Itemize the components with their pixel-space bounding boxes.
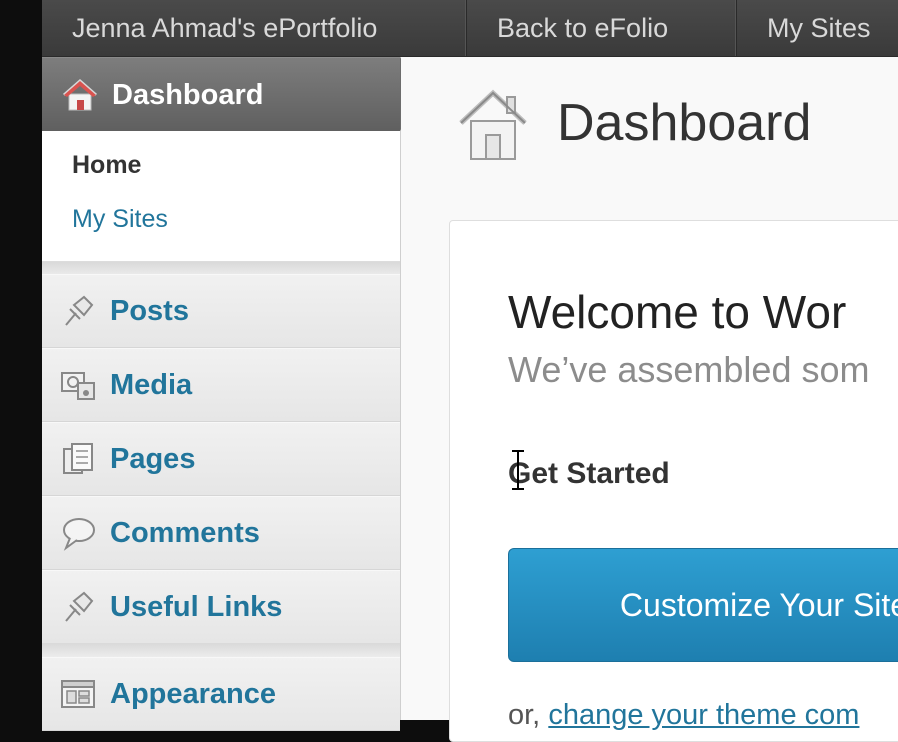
sidebar-item-label: Posts	[110, 294, 189, 327]
welcome-heading: Welcome to Wor	[508, 286, 847, 338]
change-theme-link[interactable]: change your theme com	[548, 699, 859, 731]
sidebar-item-label: Dashboard	[112, 78, 264, 111]
submenu-item-my-sites[interactable]: My Sites	[72, 205, 168, 234]
comment-bubble-icon	[63, 518, 95, 551]
admin-bar: Jenna Ahmad's ePortfolio Back to eFolio …	[42, 0, 898, 57]
adminbar-back-to-efolio[interactable]: Back to eFolio	[467, 0, 737, 56]
house-icon	[63, 79, 97, 111]
main-content: Dashboard Welcome to Wor We’ve assembled…	[401, 57, 898, 742]
appearance-icon	[61, 680, 95, 708]
sidebar-item-label: Appearance	[110, 677, 277, 710]
pushpin-icon	[65, 591, 94, 622]
text-cursor-icon	[512, 450, 524, 490]
menu-separator	[42, 643, 400, 657]
customize-your-site-button[interactable]: Customize Your Site	[508, 548, 898, 662]
sidebar-item-dashboard[interactable]: Dashboard	[42, 57, 400, 132]
pushpin-icon	[65, 295, 94, 326]
change-theme-line: or, change your theme com	[508, 699, 859, 732]
welcome-subheading: We’ve assembled som	[508, 349, 870, 390]
sidebar-item-label: Comments	[110, 516, 260, 549]
adminbar-site-name[interactable]: Jenna Ahmad's ePortfolio	[42, 0, 467, 56]
pages-icon	[63, 443, 93, 474]
sidebar-item-comments[interactable]: Comments	[42, 496, 400, 570]
get-started-heading: Get Started	[508, 457, 670, 490]
dashboard-submenu: Home My Sites	[42, 131, 400, 262]
cta-label: Customize Your Site	[619, 586, 898, 623]
page-title: Dashboard	[557, 94, 812, 152]
sidebar-item-label: Media	[110, 368, 193, 401]
bottom-prefix: or,	[508, 699, 549, 731]
adminbar-my-sites[interactable]: My Sites	[737, 0, 871, 56]
sidebar-item-posts[interactable]: Posts	[42, 274, 400, 348]
media-icon	[61, 372, 95, 400]
sidebar-item-label: Useful Links	[110, 590, 283, 623]
sidebar-item-media[interactable]: Media	[42, 348, 400, 422]
sidebar-item-useful-links[interactable]: Useful Links	[42, 570, 400, 644]
welcome-panel: Welcome to Wor We’ve assembled som Get S…	[449, 220, 898, 742]
house-icon	[459, 89, 527, 160]
submenu-item-home[interactable]: Home	[72, 151, 141, 180]
sidebar-item-pages[interactable]: Pages	[42, 422, 400, 496]
admin-sidebar: Dashboard Home My Sites Posts Media Page…	[42, 57, 422, 731]
sidebar-item-label: Pages	[110, 442, 196, 475]
